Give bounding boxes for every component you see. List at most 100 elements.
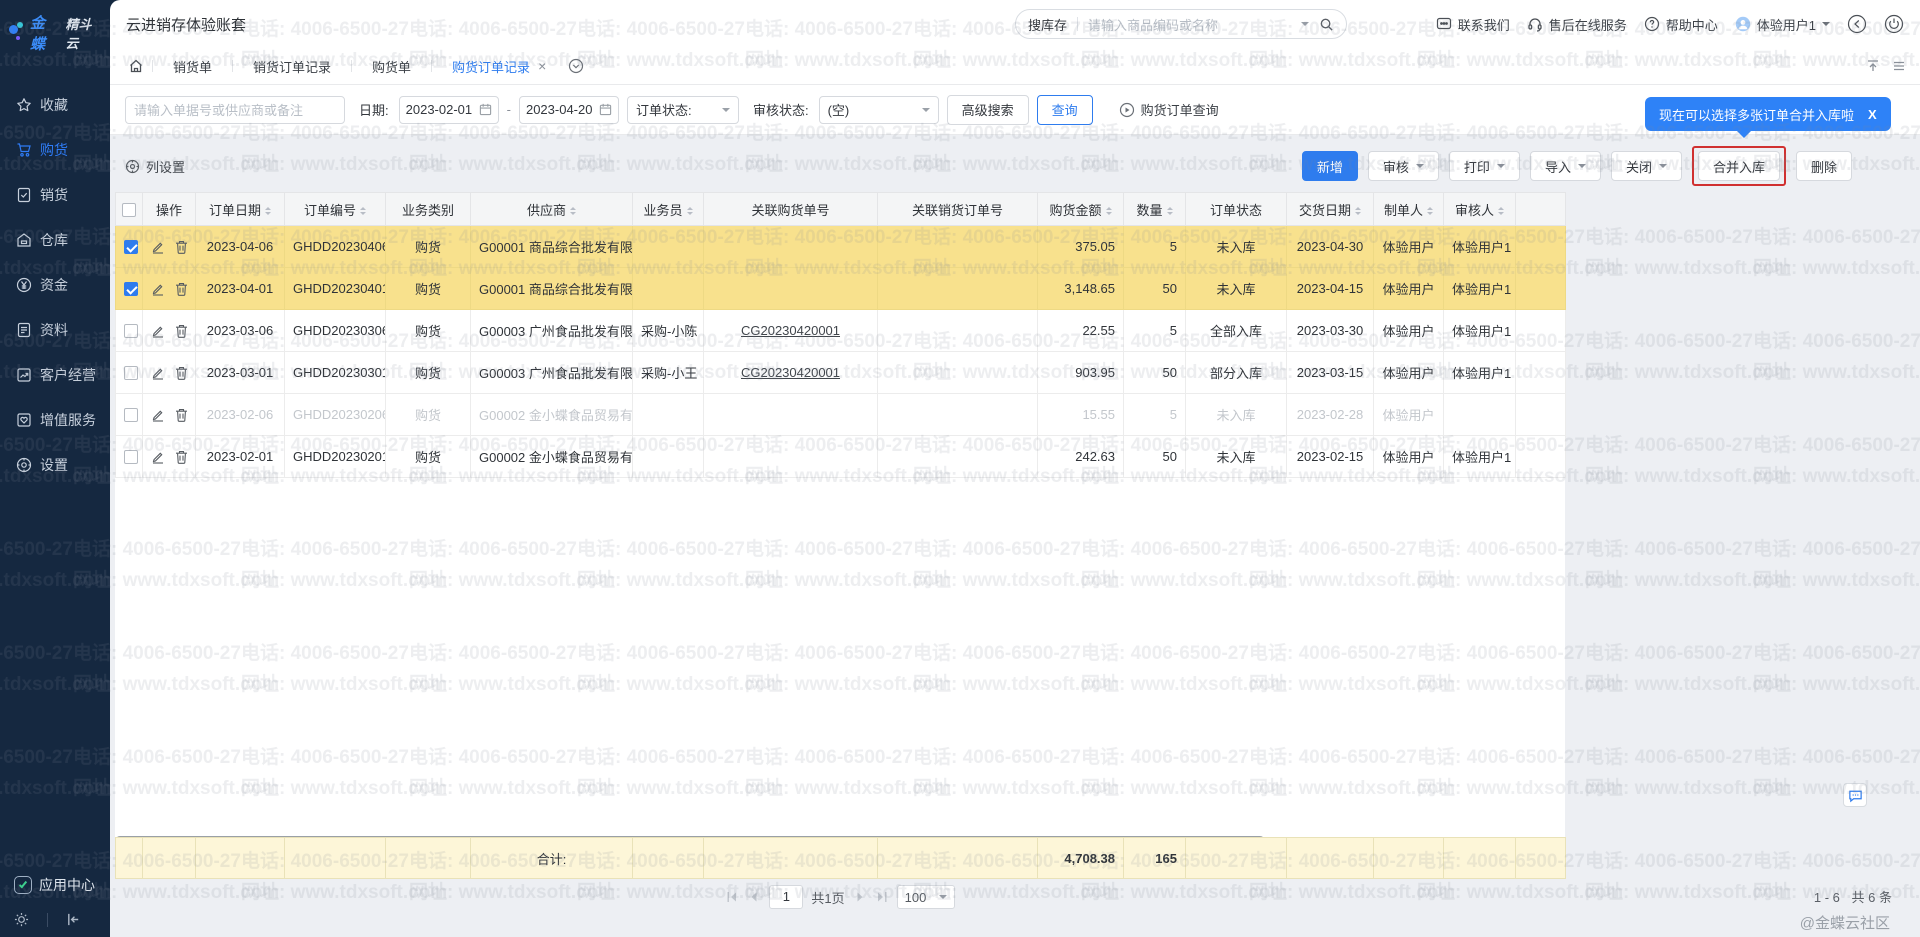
back-icon[interactable] xyxy=(1847,14,1867,34)
edit-icon[interactable] xyxy=(151,450,165,464)
home-tab[interactable] xyxy=(128,58,144,74)
sort-arrows-icon[interactable] xyxy=(1106,204,1112,218)
first-page-icon[interactable] xyxy=(725,890,739,904)
floating-chat-button[interactable] xyxy=(1843,783,1867,807)
column-header-date[interactable]: 订单日期 xyxy=(196,193,285,226)
column-header-order_no[interactable]: 订单编号 xyxy=(285,193,386,226)
edit-icon[interactable] xyxy=(151,324,165,338)
pin-top-icon[interactable] xyxy=(1866,59,1880,73)
prev-page-icon[interactable] xyxy=(747,890,761,904)
sidebar-item-settings[interactable]: 设置 xyxy=(0,442,110,487)
row-checkbox[interactable] xyxy=(124,408,138,422)
row-checkbox[interactable] xyxy=(124,450,138,464)
import-button[interactable]: 导入 xyxy=(1530,151,1601,181)
search-scope-caret-icon[interactable] xyxy=(1301,22,1309,30)
keyword-input[interactable]: 请输入单据号或供应商或备注 xyxy=(125,96,345,124)
close-button[interactable]: 关闭 xyxy=(1611,151,1682,181)
inventory-search-box[interactable]: 搜库存 请输入商品编码或名称 xyxy=(1015,9,1347,39)
column-header-amount[interactable]: 购货金额 xyxy=(1038,193,1124,226)
delete-icon[interactable] xyxy=(175,450,188,464)
theme-icon[interactable] xyxy=(14,912,29,927)
date-from-input[interactable]: 2023-02-01 xyxy=(399,96,499,124)
sidebar-item-app-center[interactable]: 应用中心 xyxy=(14,868,110,902)
column-header-qty[interactable]: 数量 xyxy=(1124,193,1186,226)
linked-purchase-doc-link[interactable]: CG20230420001 xyxy=(741,365,840,380)
sidebar-item-funds[interactable]: 资金 xyxy=(0,262,110,307)
table-row[interactable]: 2023-03-01GHDD20230301001购货G00003 广州食品批发… xyxy=(116,352,1566,394)
tab-sales-bill[interactable]: 销货单 xyxy=(155,48,230,84)
edit-icon[interactable] xyxy=(151,282,165,296)
table-row[interactable]: 2023-02-06GHDD20230206001购货G00002 金小蝶食品贸… xyxy=(116,394,1566,436)
edit-icon[interactable] xyxy=(151,366,165,380)
sidebar-item-data[interactable]: 资料 xyxy=(0,307,110,352)
sidebar-item-customer[interactable]: 客户经营 xyxy=(0,352,110,397)
search-scope-label[interactable]: 搜库存 xyxy=(1028,15,1067,34)
table-row[interactable]: 2023-03-06GHDD20230306001购货G00003 广州食品批发… xyxy=(116,310,1566,352)
tab-sales-order-records[interactable]: 销货订单记录 xyxy=(235,48,349,84)
delete-icon[interactable] xyxy=(175,408,188,422)
sort-arrows-icon[interactable] xyxy=(1355,204,1361,218)
column-header-supplier[interactable]: 供应商 xyxy=(471,193,633,226)
purchase-order-query-link[interactable]: 购货订单查询 xyxy=(1119,100,1219,119)
order-status-select[interactable]: 订单状态: xyxy=(627,96,739,124)
user-menu[interactable]: 体验用户1 xyxy=(1735,15,1830,34)
column-header-auditor[interactable]: 审核人 xyxy=(1444,193,1516,226)
row-checkbox[interactable] xyxy=(124,366,138,380)
tab-list-dropdown[interactable] xyxy=(568,58,584,74)
merge-tooltip-close[interactable]: X xyxy=(1868,107,1877,122)
table-row[interactable]: 2023-04-01GHDD20230401003购货G00001 商品综合批发… xyxy=(116,268,1566,310)
delete-icon[interactable] xyxy=(175,324,188,338)
advanced-search-button[interactable]: 高级搜索 xyxy=(947,95,1029,125)
edit-icon[interactable] xyxy=(151,240,165,254)
add-button[interactable]: 新增 xyxy=(1302,151,1358,181)
after-sales-service-link[interactable]: 售后在线服务 xyxy=(1527,15,1627,34)
search-icon[interactable] xyxy=(1319,17,1334,32)
last-page-icon[interactable] xyxy=(875,890,889,904)
sidebar-item-value-added[interactable]: 增值服务 xyxy=(0,397,110,442)
sort-arrows-icon[interactable] xyxy=(570,204,576,218)
delete-button[interactable]: 删除 xyxy=(1796,151,1852,181)
row-checkbox[interactable] xyxy=(124,240,138,254)
collapse-sidebar-icon[interactable] xyxy=(66,912,81,927)
linked-purchase-doc-link[interactable]: CG20230420001 xyxy=(741,323,840,338)
search-input[interactable]: 请输入商品编码或名称 xyxy=(1088,15,1301,34)
sort-arrows-icon[interactable] xyxy=(265,204,271,218)
tab-close-icon[interactable]: × xyxy=(538,58,546,74)
logout-icon[interactable] xyxy=(1884,14,1904,34)
row-checkbox[interactable] xyxy=(124,324,138,338)
column-header-salesman[interactable]: 业务员 xyxy=(633,193,704,226)
row-checkbox[interactable] xyxy=(124,282,138,296)
sort-arrows-icon[interactable] xyxy=(1427,204,1433,218)
print-button[interactable]: 打印 xyxy=(1449,151,1520,181)
audit-button[interactable]: 审核 xyxy=(1368,151,1439,181)
sidebar-item-purchase[interactable]: 购货 xyxy=(0,127,110,172)
tab-purchase-bill[interactable]: 购货单 xyxy=(354,48,429,84)
table-row[interactable]: 2023-02-01GHDD20230201001购货G00002 金小蝶食品贸… xyxy=(116,436,1566,478)
delete-icon[interactable] xyxy=(175,282,188,296)
sort-arrows-icon[interactable] xyxy=(687,204,693,218)
delete-icon[interactable] xyxy=(175,240,188,254)
query-button[interactable]: 查询 xyxy=(1037,95,1093,125)
menu-icon[interactable] xyxy=(1892,59,1906,73)
page-size-select[interactable]: 100 xyxy=(897,885,955,909)
sort-arrows-icon[interactable] xyxy=(1498,204,1504,218)
audit-status-select[interactable]: (空) xyxy=(819,96,939,124)
date-to-input[interactable]: 2023-04-20 xyxy=(519,96,619,124)
select-all-checkbox[interactable] xyxy=(122,203,136,217)
sidebar-item-warehouse[interactable]: 仓库 xyxy=(0,217,110,262)
next-page-icon[interactable] xyxy=(853,890,867,904)
merge-inbound-button[interactable]: 合并入库 xyxy=(1698,151,1780,181)
contact-us-link[interactable]: 联系我们 xyxy=(1436,15,1510,34)
column-settings-button[interactable]: 列设置 xyxy=(125,157,185,176)
delete-icon[interactable] xyxy=(175,366,188,380)
sort-arrows-icon[interactable] xyxy=(360,204,366,218)
column-header-delivery_date[interactable]: 交货日期 xyxy=(1287,193,1374,226)
sort-arrows-icon[interactable] xyxy=(1167,204,1173,218)
sidebar-item-favorites[interactable]: 收藏 xyxy=(0,82,110,127)
table-row[interactable]: 2023-04-06GHDD20230406003购货G00001 商品综合批发… xyxy=(116,226,1566,268)
column-header-maker[interactable]: 制单人 xyxy=(1374,193,1444,226)
help-center-link[interactable]: 帮助中心 xyxy=(1644,15,1718,34)
sidebar-item-sales[interactable]: 销货 xyxy=(0,172,110,217)
page-number-input[interactable]: 1 xyxy=(769,885,803,909)
edit-icon[interactable] xyxy=(151,408,165,422)
